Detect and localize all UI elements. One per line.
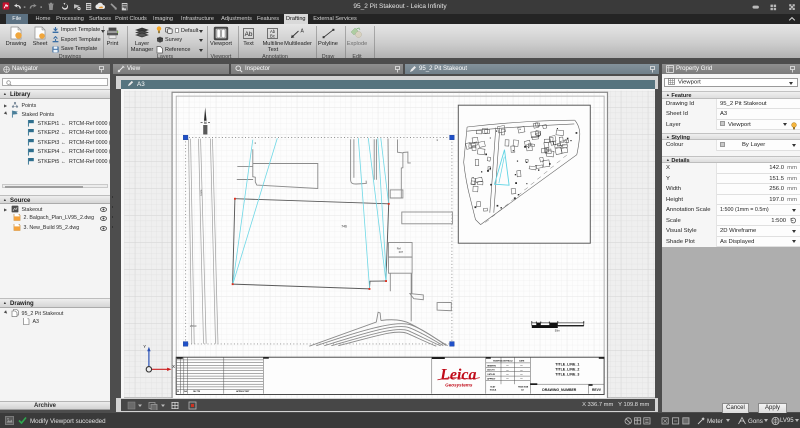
svg-text:007: 007 xyxy=(398,250,403,254)
svg-text:DRAWING_NUMBER: DRAWING_NUMBER xyxy=(542,388,577,392)
svg-text:SCALA: SCALA xyxy=(489,389,496,392)
svg-text:Ab: Ab xyxy=(245,30,253,37)
svg-text:A: A xyxy=(301,28,305,34)
svg-text:TITLE_LINE_2: TITLE_LINE_2 xyxy=(555,368,579,372)
svg-text:SCAT: SCAT xyxy=(490,386,496,389)
svg-text:CATG.RI: CATG.RI xyxy=(487,373,495,376)
svg-text:X: X xyxy=(172,364,175,369)
svg-text:DETTAGLI: DETTAGLI xyxy=(503,360,513,363)
svg-text:Y: Y xyxy=(143,344,146,349)
svg-text:50m: 50m xyxy=(554,329,559,333)
svg-text:TITLE_LINE_3: TITLE_LINE_3 xyxy=(555,373,579,377)
svg-text:AGG.TO: AGG.TO xyxy=(487,369,495,372)
svg-text:NU.TTE: NU.TTE xyxy=(193,391,201,393)
svg-text:APPROV.TEXT: APPROV.TEXT xyxy=(236,390,250,393)
svg-text:REVV: REVV xyxy=(592,388,602,392)
svg-text:PAGE SIZE: PAGE SIZE xyxy=(518,386,529,389)
svg-text:2560: 2560 xyxy=(189,324,196,328)
svg-text:746: 746 xyxy=(341,225,347,229)
svg-text:A3: A3 xyxy=(521,389,523,392)
svg-text:Ref: Ref xyxy=(396,247,400,251)
svg-text:TITLE_LINE_1: TITLE_LINE_1 xyxy=(555,363,579,367)
svg-text:MODIFICA: MODIFICA xyxy=(493,360,503,363)
svg-text:INSERITO: INSERITO xyxy=(487,366,496,368)
svg-text:Hala: Hala xyxy=(198,190,202,196)
svg-text:APPROV: APPROV xyxy=(487,378,496,381)
svg-text:DATE: DATE xyxy=(519,360,525,363)
svg-text:Leica: Leica xyxy=(439,367,476,384)
svg-text:Geosystems: Geosystems xyxy=(445,383,473,388)
svg-text:Bc: Bc xyxy=(270,33,275,38)
